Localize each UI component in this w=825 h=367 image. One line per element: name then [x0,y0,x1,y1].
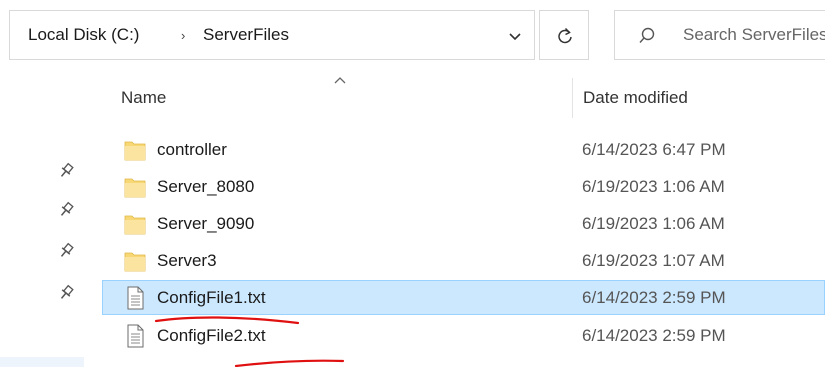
pin-icon[interactable] [56,200,76,220]
file-date-modified: 6/14/2023 6:47 PM [582,140,726,159]
folder-icon [124,175,146,199]
file-date-modified: 6/14/2023 2:59 PM [582,326,726,345]
breadcrumb-local-disk[interactable]: Local Disk (C:) [28,25,139,45]
refresh-icon [558,27,572,44]
list-item[interactable]: Server_8080 6/19/2023 1:06 AM [102,169,825,204]
file-date-modified: 6/19/2023 1:07 AM [582,251,725,270]
column-header-name[interactable]: Name [121,88,166,108]
folder-icon [124,249,146,273]
chevron-down-icon[interactable] [505,27,525,47]
file-name: ConfigFile1.txt [157,288,266,307]
file-name: Server_9090 [157,214,255,233]
pin-icon[interactable] [56,161,76,181]
file-date-modified: 6/14/2023 2:59 PM [582,288,726,307]
sort-ascending-icon [333,72,347,90]
folder-icon [124,138,146,162]
search-box[interactable] [614,10,825,60]
folder-icon [124,212,146,236]
text-file-icon [124,324,146,348]
file-name: Server_8080 [157,177,255,196]
navigation-pane-edge [0,357,84,367]
breadcrumb-serverfiles[interactable]: ServerFiles [203,25,289,45]
column-header-row: Name Date modified [0,70,825,126]
list-item[interactable]: Server_9090 6/19/2023 1:06 AM [102,206,825,241]
list-item[interactable]: controller 6/14/2023 6:47 PM [102,132,825,167]
file-name: Server3 [157,251,217,270]
list-item[interactable]: ConfigFile2.txt 6/14/2023 2:59 PM [102,318,825,353]
file-date-modified: 6/19/2023 1:06 AM [582,214,725,233]
text-file-icon [124,286,146,310]
pin-icon[interactable] [56,283,76,303]
explorer-toolbar: Local Disk (C:) › ServerFiles [0,0,825,70]
breadcrumb-separator[interactable]: › [181,28,185,43]
file-name: ConfigFile2.txt [157,326,266,345]
list-item[interactable]: Server3 6/19/2023 1:07 AM [102,243,825,278]
refresh-button[interactable] [539,10,589,60]
search-input[interactable] [683,24,825,46]
address-bar[interactable]: Local Disk (C:) › ServerFiles [9,10,535,60]
file-name: controller [157,140,227,159]
search-icon [639,27,655,43]
column-divider[interactable] [572,78,573,118]
column-header-date-modified[interactable]: Date modified [583,88,688,108]
file-date-modified: 6/19/2023 1:06 AM [582,177,725,196]
list-item-selected[interactable]: ConfigFile1.txt 6/14/2023 2:59 PM [102,280,825,315]
pin-icon[interactable] [56,241,76,261]
